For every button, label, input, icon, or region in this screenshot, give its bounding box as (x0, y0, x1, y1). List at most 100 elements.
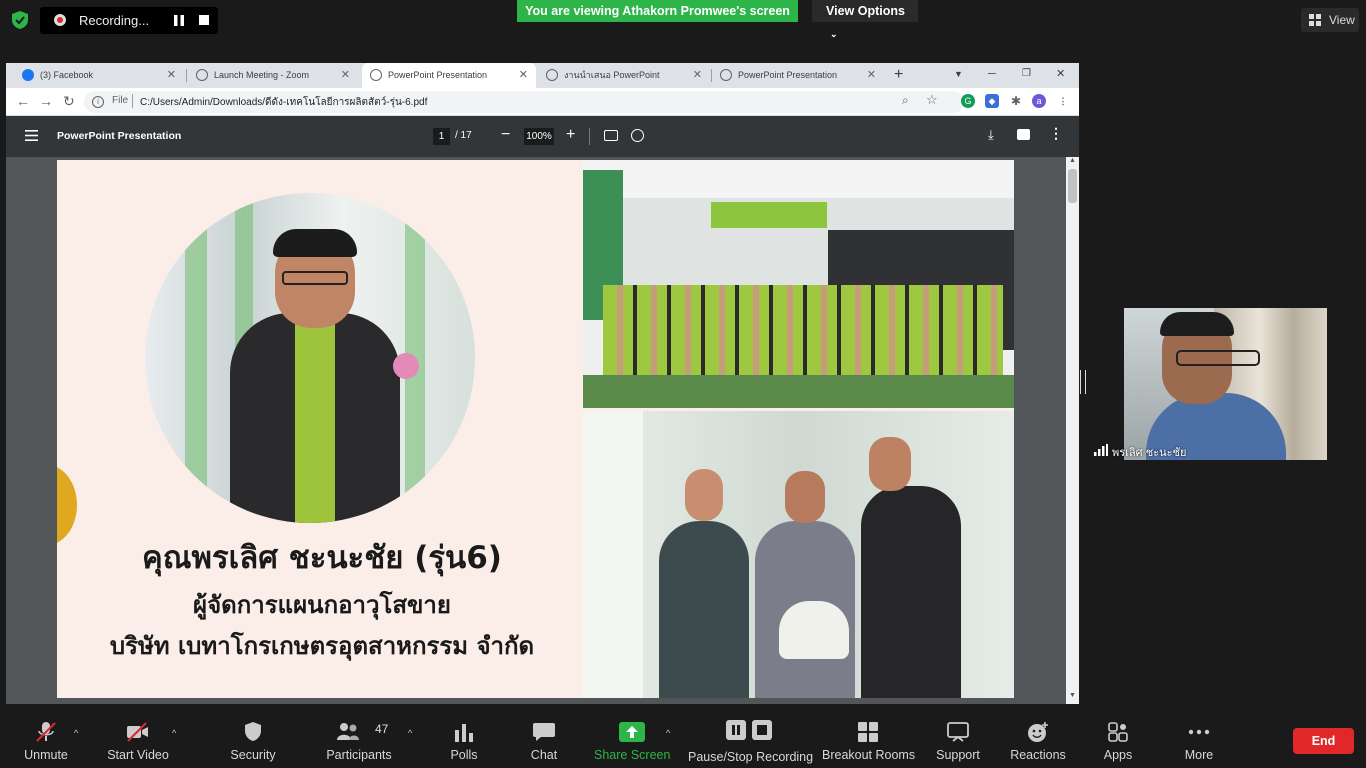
participants-button[interactable]: 47 Participants (322, 708, 396, 768)
extension-icon[interactable]: ◆ (985, 94, 999, 108)
shield-icon (245, 722, 261, 741)
polls-label: Polls (450, 748, 478, 762)
tab-search-icon[interactable]: ▼ (954, 63, 963, 85)
scroll-down-icon[interactable]: ▼ (1069, 692, 1076, 699)
pdf-title: PowerPoint Presentation (57, 130, 182, 142)
close-icon[interactable]: ✕ (867, 63, 876, 88)
reactions-label: Reactions (1010, 748, 1066, 762)
url-scheme-label: File (112, 95, 129, 106)
print-icon[interactable] (1017, 129, 1030, 140)
close-window-icon[interactable]: ✕ (1056, 63, 1065, 85)
zoom-magnifier-icon[interactable]: ⌕ (902, 93, 909, 108)
participants-icon (337, 723, 359, 740)
scroll-up-icon[interactable]: ▲ (1069, 157, 1076, 164)
close-icon[interactable]: ✕ (693, 63, 702, 88)
view-options-button[interactable]: View Options ⌄ (812, 0, 918, 39)
participants-label: Participants (326, 748, 392, 762)
audio-options-caret-icon[interactable]: ^ (74, 728, 78, 738)
minimize-icon[interactable]: ─ (988, 63, 996, 85)
close-icon[interactable]: ✕ (519, 63, 528, 88)
fit-to-page-icon[interactable] (604, 130, 618, 141)
url-text[interactable]: C:/Users/Admin/Downloads/ดีดัง-เทคโนโลยี… (140, 95, 427, 110)
omnibox[interactable]: i File C:/Users/Admin/Downloads/ดีดัง-เท… (84, 91, 964, 113)
participants-options-caret-icon[interactable]: ^ (408, 728, 412, 738)
close-icon[interactable]: ✕ (341, 63, 350, 88)
breakout-rooms-grid-icon (858, 722, 878, 742)
apps-icon (1108, 722, 1128, 742)
view-options-label: View Options (826, 4, 905, 18)
panel-splitter-handle[interactable] (1080, 370, 1086, 394)
page-number-input[interactable]: 1 (433, 128, 450, 145)
polls-button[interactable]: Polls (438, 708, 490, 768)
info-icon[interactable]: i (92, 96, 104, 108)
globe-icon (720, 69, 732, 81)
bookmark-star-icon[interactable]: ☆ (926, 92, 938, 108)
view-button[interactable]: View (1301, 8, 1359, 32)
apps-button[interactable]: Apps (1094, 708, 1142, 768)
start-video-label: Start Video (107, 748, 169, 762)
zoom-level-input[interactable]: 100% (524, 128, 554, 145)
chat-bubble-icon (533, 723, 555, 741)
speaker-role: ผู้จัดการแผนกอาวุโสขาย (193, 591, 451, 619)
globe-icon (546, 69, 558, 81)
tab-facebook[interactable]: (3) Facebook ✕ (14, 63, 184, 88)
share-options-caret-icon[interactable]: ^ (666, 728, 670, 738)
zoom-out-icon[interactable]: − (501, 126, 510, 144)
tab-powerpoint-presentation[interactable]: PowerPoint Presentation ✕ (712, 63, 884, 88)
scroll-thumb[interactable] (1068, 169, 1077, 203)
participant-name-bar: พรเลิศ ชะนะชัย (1092, 441, 1332, 460)
restore-icon[interactable]: ❐ (1022, 63, 1031, 85)
rotate-icon[interactable] (631, 129, 644, 142)
tab-launch-meeting-zoom[interactable]: Launch Meeting - Zoom ✕ (188, 63, 358, 88)
pdf-more-icon[interactable]: ⋮ (1049, 125, 1063, 142)
pause-stop-recording-button[interactable]: Pause/Stop Recording (688, 708, 814, 768)
download-icon[interactable]: ⤓ (988, 127, 994, 143)
pause-recording-icon[interactable] (173, 15, 185, 26)
pdf-scrollbar[interactable]: ▲ ▼ (1066, 157, 1079, 704)
zoom-in-icon[interactable]: + (566, 126, 575, 144)
reactions-button[interactable]: Reactions (1008, 708, 1068, 768)
share-screen-button[interactable]: Share Screen (594, 708, 670, 768)
stop-recording-icon[interactable] (199, 15, 209, 25)
grammarly-extension-icon[interactable]: G (961, 94, 975, 108)
pause-stop-recording-label: Pause/Stop Recording (688, 750, 814, 764)
muted-microphone-icon (36, 722, 56, 742)
breakout-rooms-button[interactable]: Breakout Rooms (822, 708, 916, 768)
unmute-button[interactable]: Unmute (14, 708, 78, 768)
shared-browser-window: (3) Facebook ✕ Launch Meeting - Zoom ✕ P… (6, 63, 1079, 704)
support-label: Support (936, 748, 980, 762)
browser-menu-icon[interactable]: ⋮ (1056, 94, 1070, 108)
close-icon[interactable]: ✕ (167, 63, 176, 88)
hamburger-menu-icon[interactable] (25, 130, 38, 141)
participant-video-tile[interactable] (1124, 308, 1327, 460)
tab-label: งานนำเสนอ PowerPoint (564, 70, 660, 80)
address-bar: ← → ↻ i File C:/Users/Admin/Downloads/ดี… (6, 88, 1079, 116)
chevron-down-icon: ⌄ (830, 29, 838, 39)
pause-stop-icons (726, 720, 772, 740)
profile-avatar[interactable]: a (1032, 94, 1046, 108)
end-meeting-button[interactable]: End (1293, 728, 1354, 754)
breakout-rooms-label: Breakout Rooms (822, 748, 916, 762)
reload-icon[interactable]: ↻ (63, 93, 75, 110)
window-controls: ▼ ─ ❐ ✕ (950, 63, 1079, 88)
meeting-toolbar: Unmute ^ Start Video ^ Security 47 Parti… (0, 708, 1366, 768)
video-options-caret-icon[interactable]: ^ (172, 728, 176, 738)
smiley-reaction-icon (1028, 722, 1048, 742)
tab-label: PowerPoint Presentation (738, 70, 838, 80)
grid-view-icon (1309, 14, 1321, 26)
chat-button[interactable]: Chat (518, 708, 570, 768)
share-screen-arrow-icon (619, 722, 645, 742)
security-button[interactable]: Security (223, 708, 283, 768)
more-button[interactable]: More (1174, 708, 1224, 768)
tab-thai-powerpoint[interactable]: งานนำเสนอ PowerPoint ✕ (538, 63, 710, 88)
start-video-button[interactable]: Start Video (103, 708, 173, 768)
tab-powerpoint-presentation-active[interactable]: PowerPoint Presentation ✕ (362, 63, 536, 88)
back-icon[interactable]: ← (16, 93, 30, 109)
forward-icon[interactable]: → (39, 93, 53, 109)
security-label: Security (230, 748, 276, 762)
new-tab-plus-icon[interactable]: + (894, 66, 903, 84)
support-button[interactable]: Support (930, 708, 986, 768)
puzzle-extensions-icon[interactable]: ✱ (1009, 94, 1023, 108)
globe-icon (370, 69, 382, 81)
pdf-page: คุณพรเลิศ ชะนะชัย (รุ่น6) ผู้จัดการแผนกอ… (57, 160, 1014, 698)
